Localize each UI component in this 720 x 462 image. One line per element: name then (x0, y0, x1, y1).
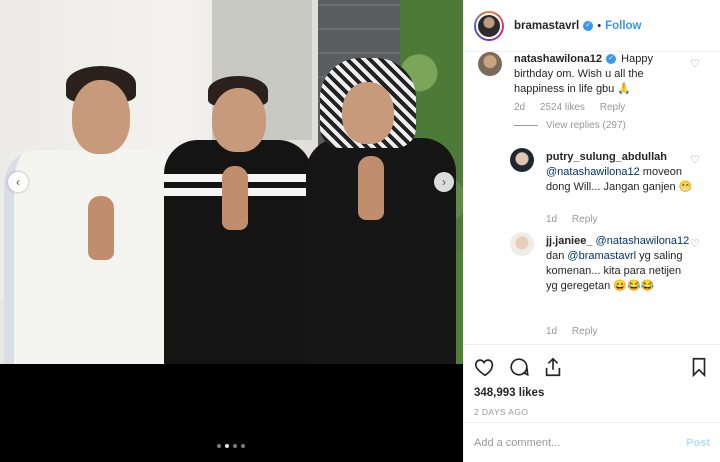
praying-hands (88, 196, 114, 260)
comment-meta: 1d Reply (546, 214, 609, 225)
person-left (4, 0, 182, 364)
carousel-dot (233, 444, 237, 448)
reply-item: jj.janiee_ @natashawilona12 dan @bramast… (464, 232, 720, 344)
reply-item: putry_sulung_abdullah @natashawilona12 m… (464, 148, 720, 228)
verified-badge-icon: ✓ (583, 20, 594, 31)
post-comment-button[interactable]: Post (686, 437, 710, 449)
reply-button[interactable]: Reply (572, 326, 598, 337)
action-icons (474, 355, 710, 379)
commenter-avatar[interactable] (510, 148, 534, 172)
post-header: bramastavrl ✓ • Follow (464, 0, 720, 52)
praying-hands (222, 166, 248, 230)
carousel-dot-active (225, 444, 229, 448)
follow-button[interactable]: Follow (605, 20, 641, 32)
like-comment-heart-icon[interactable]: ♡ (690, 154, 702, 166)
likes-count[interactable]: 348,993 likes (474, 387, 710, 399)
reply-button[interactable]: Reply (600, 102, 626, 113)
comment-icon[interactable] (508, 356, 530, 378)
post-photo[interactable] (0, 0, 463, 364)
comment-item: natashawilona12 ✓ Happy birthday om. Wis… (464, 52, 720, 132)
comment-connector: dan (546, 250, 565, 262)
separator-dot: • (597, 19, 602, 32)
verified-badge-icon: ✓ (606, 54, 617, 65)
comment-age: 1d (546, 214, 558, 225)
comment-composer: Post (464, 422, 720, 462)
comment-text: jj.janiee_ @natashawilona12 dan @bramast… (546, 234, 694, 294)
person-middle (164, 0, 312, 364)
carousel-dot (217, 444, 221, 448)
comment-text: putry_sulung_abdullah @natashawilona12 m… (546, 150, 694, 195)
carousel-prev-button[interactable]: ‹ (8, 172, 28, 192)
comment-age: 1d (546, 326, 558, 337)
carousel-next-button[interactable]: › (434, 172, 454, 192)
commenter-username[interactable]: putry_sulung_abdullah (546, 151, 667, 163)
commenter-avatar[interactable] (510, 232, 534, 256)
commenter-username[interactable]: jj.janiee_ (546, 235, 592, 247)
comment-age: 2d (514, 102, 526, 113)
praying-hands (358, 156, 384, 220)
commenter-avatar[interactable] (478, 52, 502, 76)
comment-input[interactable] (474, 436, 687, 449)
comments-list[interactable]: natashawilona12 ✓ Happy birthday om. Wis… (464, 52, 720, 344)
heart-icon[interactable] (474, 356, 496, 378)
mention-link[interactable]: @bramastavrl (567, 250, 636, 262)
comment-likes[interactable]: 2524 likes (540, 102, 585, 113)
carousel-dot (241, 444, 245, 448)
author-username[interactable]: bramastavrl (514, 20, 579, 32)
comment-text: natashawilona12 ✓ Happy birthday om. Wis… (514, 52, 694, 97)
view-replies-label: View replies (297) (546, 120, 626, 131)
reply-button[interactable]: Reply (572, 214, 598, 225)
like-comment-heart-icon[interactable]: ♡ (690, 58, 702, 70)
share-icon[interactable] (542, 356, 564, 378)
bookmark-icon[interactable] (688, 356, 710, 378)
face (72, 80, 130, 154)
mention-link[interactable]: @natashawilona12 (596, 235, 690, 247)
face (342, 82, 394, 144)
view-replies-button[interactable]: View replies (297) (514, 120, 626, 131)
post-panel: bramastavrl ✓ • Follow natashawilona12 ✓… (463, 0, 720, 462)
comment-meta: 1d Reply (546, 326, 609, 337)
avatar-image (476, 12, 502, 39)
like-comment-heart-icon[interactable]: ♡ (690, 238, 702, 250)
comment-meta: 2d 2524 likes Reply (514, 102, 637, 113)
post-age: 2 DAYS AGO (474, 407, 529, 417)
post-media: ‹ › (0, 0, 463, 462)
author-avatar[interactable] (474, 10, 504, 41)
carousel-indicator (217, 444, 245, 448)
post-actions: 348,993 likes 2 DAYS AGO (464, 344, 720, 422)
face (212, 88, 266, 152)
replies-line (514, 124, 538, 126)
mention-link[interactable]: @natashawilona12 (546, 166, 640, 178)
commenter-username[interactable]: natashawilona12 (514, 53, 602, 65)
